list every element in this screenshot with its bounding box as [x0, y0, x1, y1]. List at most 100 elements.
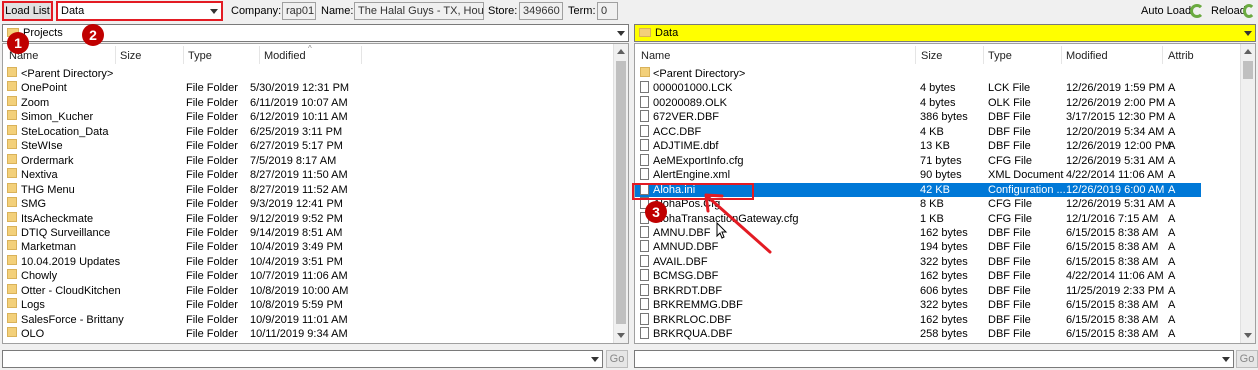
list-item[interactable]: BRKRQUA.DBF 258 bytes DBF File 6/15/2015 8:… [635, 327, 1201, 341]
cell-size: 162 bytes [920, 270, 968, 283]
list-item[interactable]: BRKREMMG.DBF 322 bytes DBF File 6/15/2015 8… [635, 298, 1201, 312]
list-item[interactable]: 00200089.OLK 4 bytes OLK File 12/26/2019 2:… [635, 95, 1201, 110]
left-file-list[interactable]: Name Size Type Modified ^ <Parent Direct… [2, 43, 629, 344]
right-path-combo[interactable]: Data [634, 24, 1256, 42]
list-item[interactable]: Simon_Kucher File Folder 6/12/2019 10:11 A… [3, 110, 613, 124]
list-item[interactable]: Otter - CloudKitchen File Folder 10/8/2019… [3, 283, 613, 298]
list-item[interactable]: SteWIse File Folder 6/27/2019 5:17 PM [3, 139, 613, 153]
col-header-modified[interactable]: Modified [1066, 44, 1108, 66]
list-item[interactable]: <Parent Directory> [635, 67, 1201, 81]
col-separator [183, 46, 184, 64]
scroll-thumb[interactable] [616, 61, 626, 324]
list-item[interactable]: SMG File Folder 9/3/2019 12:41 PM [3, 197, 613, 211]
right-go-button[interactable]: Go [1236, 350, 1258, 368]
refresh-icon[interactable] [1190, 4, 1204, 18]
cell-type: File Folder [186, 82, 238, 95]
cell-type: DBF File [988, 125, 1031, 138]
col-header-attrib[interactable]: Attrib [1168, 44, 1194, 66]
col-header-modified[interactable]: Modified [264, 44, 306, 66]
load-list-button[interactable]: Load List [2, 1, 53, 21]
list-select[interactable]: Data [56, 1, 223, 21]
list-item[interactable]: ItsAcheckmate File Folder 9/12/2019 9:52 P… [3, 211, 613, 226]
cell-name: 10.04.2019 Updates [21, 255, 121, 268]
cell-attrib: A [1168, 140, 1176, 153]
cell-type: File Folder [186, 125, 238, 138]
scroll-down-icon[interactable] [1244, 333, 1252, 338]
chevron-down-icon [1244, 31, 1252, 36]
list-item[interactable]: AeMExportInfo.cfg 71 bytes CFG File 12/26/2… [635, 153, 1201, 168]
cell-name: Marketman [21, 241, 77, 254]
list-item[interactable]: SteLocation_Data File Folder 6/25/2019 3:1… [3, 124, 613, 139]
list-item[interactable]: BRKRLOC.DBF 162 bytes DBF File 6/15/2015 8:… [635, 312, 1201, 327]
list-item[interactable]: SalesForce - Brittany File Folder 10/9/201… [3, 312, 613, 327]
left-go-button[interactable]: Go [606, 350, 628, 368]
cell-modified: 8/27/2019 11:52 AM [250, 183, 348, 196]
cell-type: DBF File [988, 140, 1031, 153]
list-item[interactable]: Chowly File Folder 10/7/2019 11:06 AM [3, 269, 613, 283]
list-item[interactable]: ADJTIME.dbf 13 KB DBF File 12/26/2019 12:00… [635, 139, 1201, 153]
cell-name: AeMExportInfo.cfg [653, 154, 744, 167]
folder-icon [640, 67, 650, 77]
scroll-up-icon[interactable] [1244, 49, 1252, 54]
col-header-size[interactable]: Size [120, 44, 141, 66]
list-item[interactable]: Marketman File Folder 10/4/2019 3:49 PM [3, 240, 613, 254]
cell-type: DBF File [988, 241, 1031, 254]
folder-icon [7, 298, 17, 309]
reload-button[interactable]: Reload [1211, 5, 1246, 17]
list-item[interactable]: BCMSG.DBF 162 bytes DBF File 4/22/2014 11:0… [635, 269, 1201, 283]
list-item[interactable]: 000001000.LCK 4 bytes LCK File 12/26/2019 1… [635, 81, 1201, 95]
cell-modified: 6/15/2015 8:38 AM [1066, 241, 1159, 254]
cell-name: DTIQ Surveillance [21, 226, 111, 239]
list-item[interactable]: DTIQ Surveillance File Folder 9/14/2019 8:… [3, 225, 613, 240]
scroll-up-icon[interactable] [617, 49, 625, 54]
scroll-down-icon[interactable] [617, 333, 625, 338]
cell-modified: 4/22/2014 11:06 AM [1066, 270, 1164, 283]
folder-icon [7, 168, 17, 179]
cell-attrib: A [1168, 183, 1176, 196]
list-item[interactable]: Zoom File Folder 6/11/2019 10:07 AM [3, 95, 613, 110]
list-item[interactable]: Logs File Folder 10/8/2019 5:59 PM [3, 298, 613, 312]
list-item[interactable]: Ordermark File Folder 7/5/2019 8:17 AM [3, 153, 613, 168]
list-item[interactable]: ACC.DBF 4 KB DBF File 12/20/2019 5:34 AM A [635, 124, 1201, 139]
list-item[interactable]: 10.04.2019 Updates File Folder 10/4/2019 3… [3, 254, 613, 269]
sort-asc-icon: ^ [308, 44, 312, 53]
col-separator [983, 46, 984, 64]
cell-modified: 6/15/2015 8:38 AM [1066, 299, 1159, 312]
reload-icon[interactable] [1243, 4, 1255, 18]
col-separator [1162, 46, 1163, 64]
scroll-thumb[interactable] [1243, 61, 1253, 79]
list-item[interactable]: OLO File Folder 10/11/2019 9:34 AM [3, 327, 613, 341]
cell-modified: 12/26/2019 6:00 AM [1066, 183, 1165, 196]
cell-type: DBF File [988, 226, 1031, 239]
cell-type: DBF File [988, 328, 1031, 341]
list-item[interactable]: BRKRDT.DBF 606 bytes DBF File 11/25/2019 2:… [635, 283, 1201, 298]
folder-icon [7, 81, 17, 92]
list-item[interactable]: THG Menu File Folder 8/27/2019 11:52 AM [3, 182, 613, 197]
cell-modified: 6/15/2015 8:38 AM [1066, 255, 1159, 268]
folder-icon [7, 153, 17, 164]
right-scrollbar[interactable] [1240, 44, 1255, 343]
file-icon [640, 139, 649, 152]
cell-modified: 12/1/2016 7:15 AM [1066, 212, 1159, 225]
left-command-combo[interactable] [2, 350, 603, 368]
list-item[interactable]: Nextiva File Folder 8/27/2019 11:50 AM [3, 168, 613, 182]
col-header-type[interactable]: Type [188, 44, 212, 66]
list-item[interactable]: 672VER.DBF 386 bytes DBF File 3/17/2015 12:… [635, 110, 1201, 124]
col-header-type[interactable]: Type [988, 44, 1012, 66]
cell-attrib: A [1168, 96, 1176, 109]
col-header-name[interactable]: Name [641, 44, 670, 66]
file-icon [640, 225, 649, 238]
list-item[interactable]: OnePoint File Folder 5/30/2019 12:31 PM [3, 81, 613, 95]
list-item[interactable]: AlertEngine.xml 90 bytes XML Document 4/22/… [635, 168, 1201, 182]
left-scrollbar[interactable] [613, 44, 628, 343]
cell-type: File Folder [186, 284, 238, 297]
list-item[interactable]: <Parent Directory> [3, 67, 613, 81]
cell-modified: 9/12/2019 9:52 PM [250, 212, 343, 225]
cell-name: Simon_Kucher [21, 111, 94, 124]
store-field: 349660 [519, 2, 563, 20]
auto-load-button[interactable]: Auto Load [1141, 5, 1191, 17]
right-command-combo[interactable] [634, 350, 1234, 368]
cell-type: CFG File [988, 198, 1032, 211]
cell-modified: 6/15/2015 8:38 AM [1066, 328, 1159, 341]
col-header-size[interactable]: Size [921, 44, 942, 66]
